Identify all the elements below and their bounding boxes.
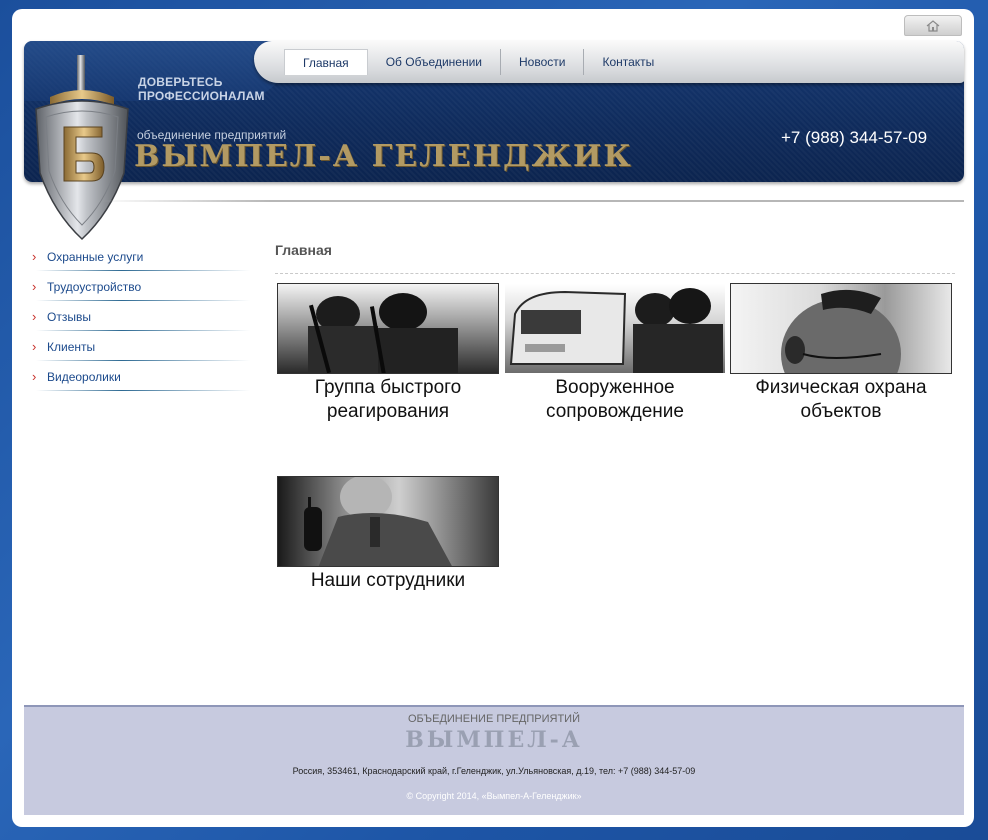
brand-name: ВЫМПЕЛ-А ГЕЛЕНДЖИК bbox=[134, 139, 633, 174]
card-caption: Физическая охрана объектов bbox=[730, 376, 952, 424]
header-slogan: ДОВЕРЬТЕСЬ ПРОФЕССИОНАЛАМ bbox=[138, 75, 265, 103]
main-navigation: Главная Об Объединении Новости Контакты bbox=[254, 41, 964, 83]
service-card-our-staff[interactable]: Наши сотрудники bbox=[277, 476, 499, 593]
sidebar-item-security-services[interactable]: Охранные услуги bbox=[26, 245, 256, 275]
footer-brand: ВЫМПЕЛ-А bbox=[405, 727, 583, 753]
card-caption-line-1: Группа быстрого bbox=[314, 377, 462, 398]
footer-subtitle: ОБЪЕДИНЕНИЕ ПРЕДПРИЯТИЙ bbox=[408, 713, 580, 725]
header-phone: +7 (988) 344-57-09 bbox=[781, 128, 928, 147]
nav-item-news[interactable]: Новости bbox=[501, 49, 585, 75]
sidebar-item-reviews[interactable]: Отзывы bbox=[26, 305, 256, 335]
rapid-response-image bbox=[277, 283, 499, 374]
footer-address: Россия, 353461, Краснодарский край, г.Ге… bbox=[292, 766, 696, 776]
sidebar-menu: Охранные услуги Трудоустройство Отзывы К… bbox=[26, 245, 256, 395]
site-footer: ОБЪЕДИНЕНИЕ ПРЕДПРИЯТИЙ ВЫМПЕЛ-А Россия,… bbox=[24, 705, 964, 815]
physical-security-image bbox=[730, 283, 952, 374]
nav-item-about[interactable]: Об Объединении bbox=[368, 49, 501, 75]
card-caption-line-2: объектов bbox=[800, 401, 882, 422]
card-caption: Наши сотрудники bbox=[277, 569, 499, 593]
sidebar-item-employment[interactable]: Трудоустройство bbox=[26, 275, 256, 305]
home-button[interactable] bbox=[904, 15, 962, 36]
card-caption: Группа быстрого реагирования bbox=[277, 376, 499, 424]
card-caption-line-2: сопровождение bbox=[546, 401, 684, 422]
card-caption-line-2: реагирования bbox=[326, 401, 450, 422]
slogan-line-1: ДОВЕРЬТЕСЬ bbox=[138, 75, 223, 89]
card-caption-line-1: Вооруженное bbox=[555, 377, 675, 398]
title-divider bbox=[275, 273, 955, 274]
card-caption-line-1: Наши сотрудники bbox=[310, 570, 466, 591]
our-staff-image bbox=[277, 476, 499, 567]
armed-escort-image bbox=[504, 283, 726, 374]
service-card-physical-security[interactable]: Физическая охрана объектов bbox=[730, 283, 952, 424]
card-caption-line-1: Физическая охрана bbox=[755, 377, 927, 398]
nav-item-home[interactable]: Главная bbox=[284, 49, 368, 75]
home-icon bbox=[926, 19, 940, 32]
service-card-armed-escort[interactable]: Вооруженное сопровождение bbox=[504, 283, 726, 424]
shield-logo-icon bbox=[35, 55, 129, 241]
site-header: Главная Об Объединении Новости Контакты … bbox=[24, 41, 964, 182]
nav-item-contacts[interactable]: Контакты bbox=[584, 49, 672, 75]
card-caption: Вооруженное сопровождение bbox=[504, 376, 726, 424]
slogan-line-2: ПРОФЕССИОНАЛАМ bbox=[138, 89, 265, 103]
page-frame: Главная Об Объединении Новости Контакты … bbox=[12, 9, 974, 827]
sidebar-item-videos[interactable]: Видеоролики bbox=[26, 365, 256, 395]
sidebar-item-clients[interactable]: Клиенты bbox=[26, 335, 256, 365]
service-card-rapid-response[interactable]: Группа быстрого реагирования bbox=[277, 283, 499, 424]
footer-copyright: © Copyright 2014, «Вымпел-А-Геленджик» bbox=[406, 791, 582, 801]
header-divider bbox=[96, 200, 964, 202]
page-title: Главная bbox=[275, 242, 332, 258]
